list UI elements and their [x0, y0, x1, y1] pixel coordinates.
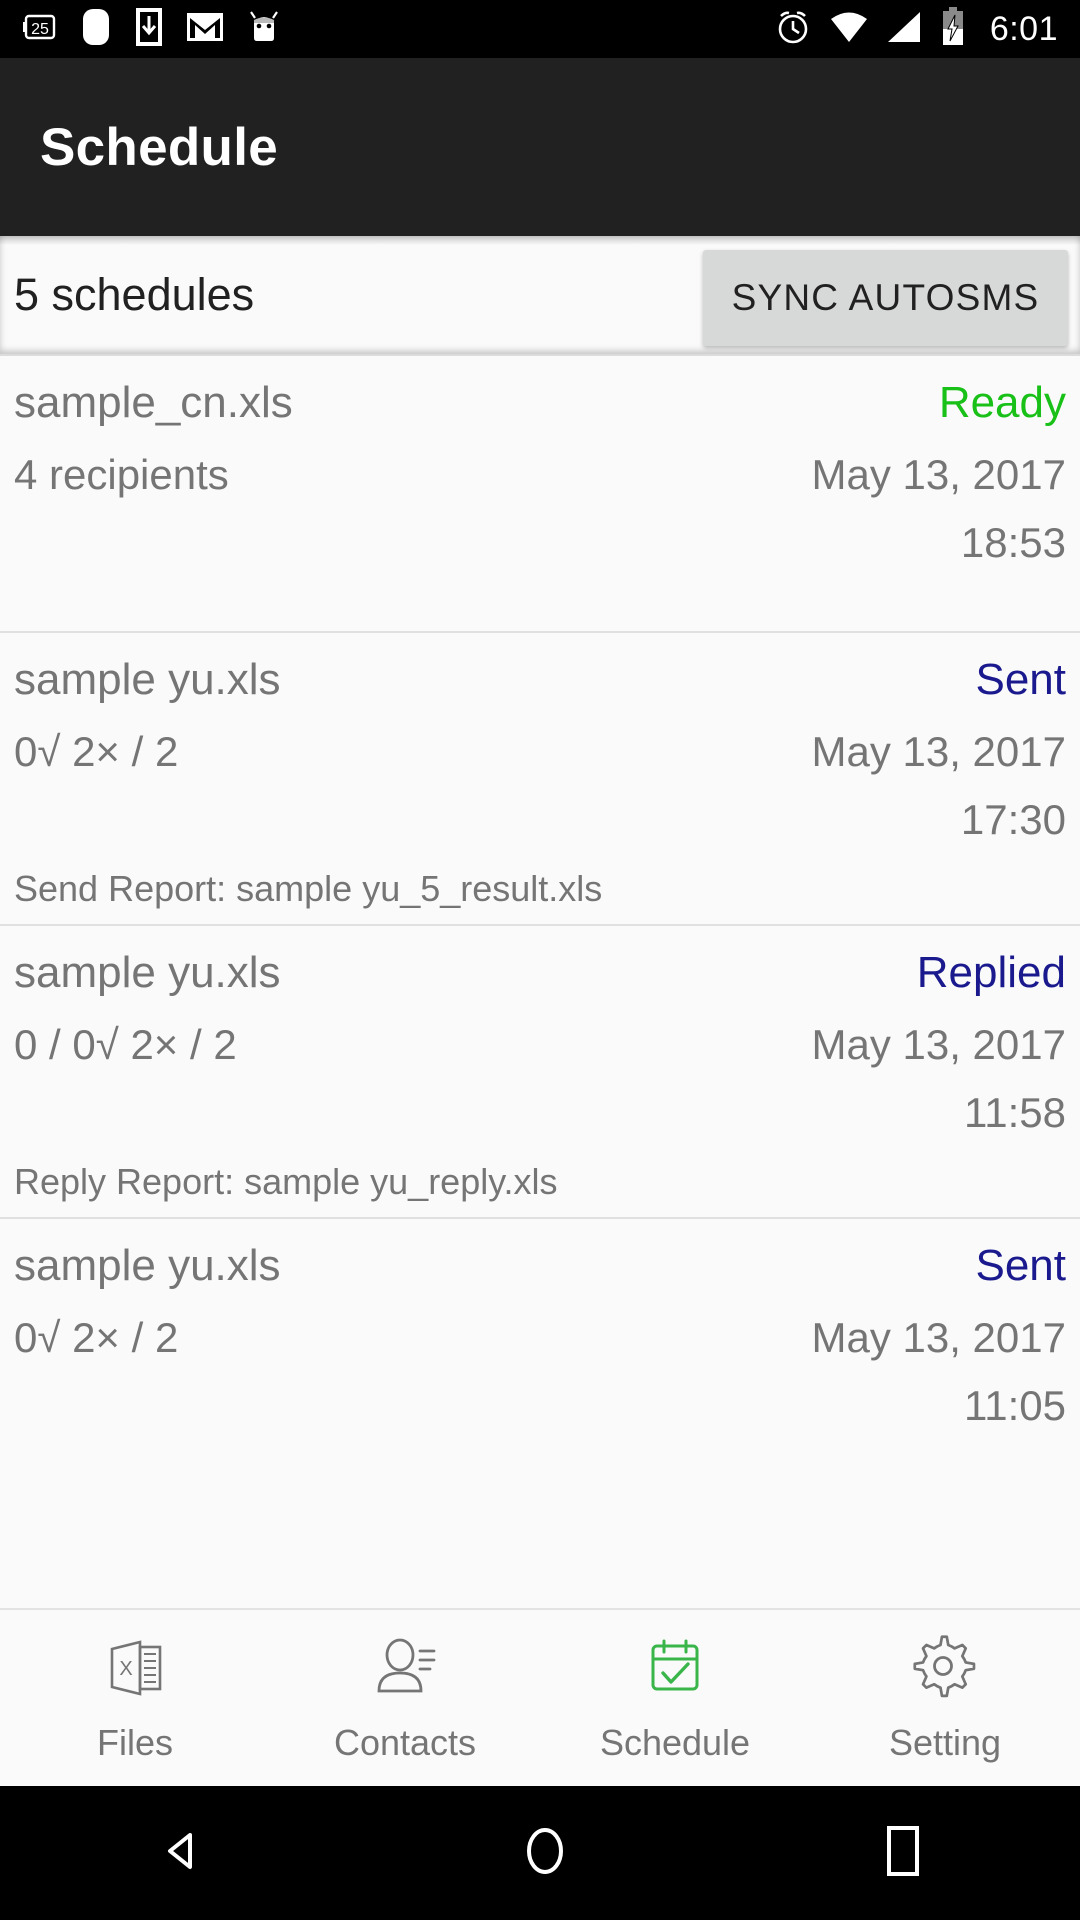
schedule-row-header: sample yu.xls Sent [14, 1219, 1066, 1291]
status-bar: 25 6:01 [0, 0, 1080, 58]
tab-label: Files [96, 1721, 173, 1763]
bottom-tab-bar: X Files Contacts Schedule Setting [0, 1608, 1080, 1786]
tab-files[interactable]: X Files [0, 1633, 270, 1764]
android-nav-bar [0, 1786, 1080, 1920]
schedule-file-name: sample yu.xls [14, 948, 281, 997]
schedule-count-label: 5 schedules [14, 269, 255, 320]
schedule-file-name: sample_cn.xls [14, 378, 293, 427]
tab-contacts[interactable]: Contacts [270, 1633, 540, 1764]
recipient-counts: 0√ 2× / 2 [14, 728, 179, 775]
schedule-report: Send Report: sample yu_5_result.xls [14, 868, 603, 909]
android-robot-icon [246, 8, 282, 51]
schedule-row-header: sample yu.xls Replied [14, 926, 1066, 998]
battery-charging-icon [940, 6, 966, 52]
recipient-counts: 0√ 2× / 2 [14, 1314, 179, 1361]
row-spacer [14, 567, 1066, 631]
wifi-icon [828, 10, 870, 49]
status-badge: Sent [975, 1241, 1066, 1290]
schedule-row-detail: 4 recipients May 13, 2017 [14, 451, 1066, 499]
recipient-counts: 4 recipients [14, 451, 229, 498]
calendar-25-icon: 25 [22, 9, 58, 50]
schedule-report: Reply Report: sample yu_reply.xls [14, 1161, 558, 1202]
schedule-file-name: sample yu.xls [14, 1241, 281, 1290]
schedule-date: May 13, 2017 [811, 728, 1066, 775]
schedule-date: May 13, 2017 [811, 1021, 1066, 1068]
alarm-icon [774, 8, 812, 51]
sync-autosms-button[interactable]: SYNC AUTOSMS [703, 250, 1068, 346]
app-bar: Schedule [0, 58, 1080, 236]
schedule-time: 11:58 [964, 1089, 1066, 1136]
status-bar-left-icons: 25 [22, 6, 282, 53]
home-circle-icon[interactable] [517, 1820, 573, 1887]
table-row[interactable]: sample yu.xls Sent 0√ 2× / 2 May 13, 201… [0, 631, 1080, 924]
schedule-row-detail: 0 / 0√ 2× / 2 May 13, 2017 [14, 1021, 1066, 1069]
page-title: Schedule [40, 117, 279, 177]
tab-label: Setting [888, 1721, 1002, 1763]
recents-square-icon[interactable] [880, 1822, 926, 1885]
schedule-time: 11:05 [964, 1382, 1066, 1429]
recipient-counts: 0 / 0√ 2× / 2 [14, 1021, 237, 1068]
svg-text:25: 25 [31, 21, 49, 38]
schedule-list[interactable]: sample_cn.xls Ready 4 recipients May 13,… [0, 354, 1080, 1608]
tab-schedule[interactable]: Schedule [540, 1633, 810, 1764]
status-bar-clock: 6:01 [989, 9, 1058, 48]
svg-text:X: X [119, 1658, 132, 1680]
schedule-time: 18:53 [960, 519, 1066, 566]
gear-icon [910, 1633, 980, 1708]
tab-label: Schedule [599, 1721, 751, 1763]
schedule-row-detail: 0√ 2× / 2 May 13, 2017 [14, 728, 1066, 776]
signal-icon [886, 10, 924, 49]
subheader: 5 schedules SYNC AUTOSMS [0, 236, 1080, 354]
schedule-row-detail: 0√ 2× / 2 May 13, 2017 [14, 1314, 1066, 1362]
calendar-check-icon [640, 1633, 710, 1708]
table-row[interactable]: sample yu.xls Replied 0 / 0√ 2× / 2 May … [0, 924, 1080, 1217]
schedule-time: 17:30 [960, 796, 1066, 843]
status-badge: Replied [916, 948, 1066, 997]
schedule-date: May 13, 2017 [811, 1314, 1066, 1361]
gmail-icon [186, 12, 224, 47]
rounded-square-icon [80, 7, 112, 52]
tab-setting[interactable]: Setting [810, 1633, 1080, 1764]
download-icon [134, 6, 164, 53]
status-badge: Sent [975, 655, 1066, 704]
status-bar-right-icons: 6:01 [774, 6, 1058, 52]
table-row[interactable]: sample yu.xls Sent 0√ 2× / 2 May 13, 201… [0, 1217, 1080, 1430]
schedule-date: May 13, 2017 [811, 451, 1066, 498]
schedule-row-header: sample_cn.xls Ready [14, 356, 1066, 428]
contacts-icon [370, 1633, 440, 1708]
table-row[interactable]: sample_cn.xls Ready 4 recipients May 13,… [0, 354, 1080, 631]
tab-label: Contacts [333, 1721, 477, 1763]
status-badge: Ready [938, 378, 1066, 427]
phone-screen: 25 6:01 Schedule 5 schedules SYNC AUTOSM… [0, 0, 1080, 1920]
excel-file-icon: X [100, 1633, 170, 1708]
back-triangle-icon[interactable] [154, 1823, 210, 1884]
schedule-file-name: sample yu.xls [14, 655, 281, 704]
schedule-row-header: sample yu.xls Sent [14, 633, 1066, 705]
